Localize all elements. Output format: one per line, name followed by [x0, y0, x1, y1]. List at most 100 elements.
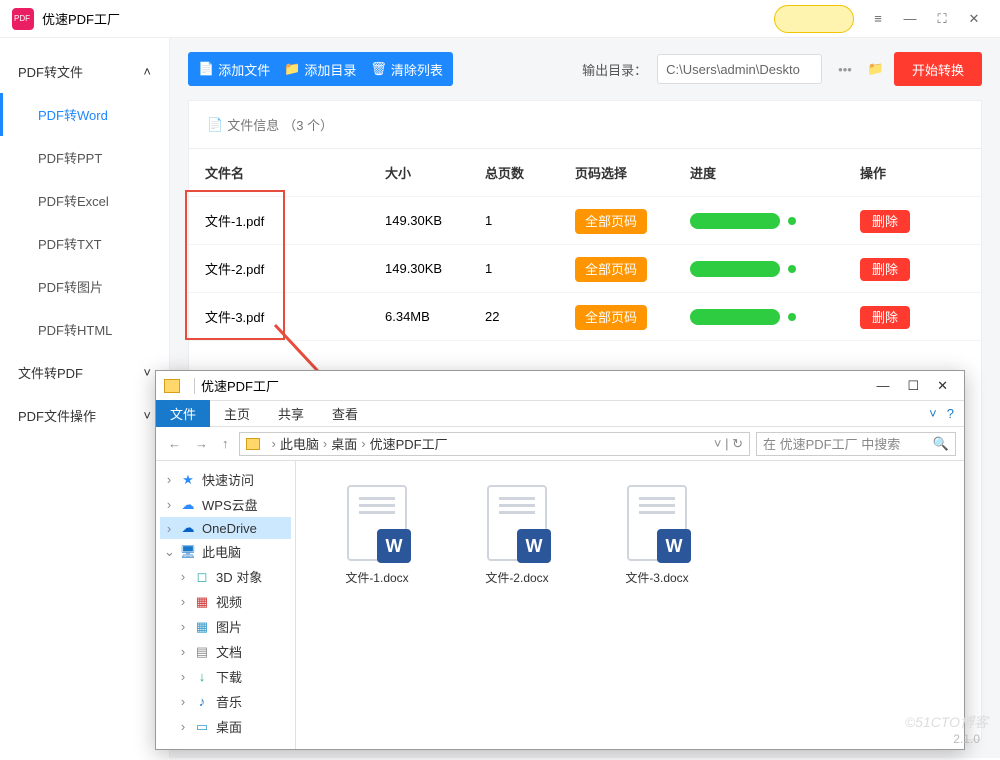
page-range-button[interactable]: 全部页码: [575, 305, 647, 330]
sidebar: PDF转文件 ˄ PDF转Word PDF转PPT PDF转Excel PDF转…: [0, 38, 170, 758]
progress-done-icon: [788, 313, 796, 321]
explorer-window: 优速PDF工厂 — ☐ ✕ 文件 主页 共享 查看 ˅ ? ← → ↑ › 此电…: [155, 370, 965, 750]
version-label: 2.1.0: [953, 732, 980, 746]
sidebar-item-pdf-word[interactable]: PDF转Word: [0, 93, 169, 136]
sidebar-group-pdf-to-file[interactable]: PDF转文件 ˄: [0, 50, 169, 93]
blue-toolbar: 📄 添加文件 📁 添加目录 🗑 清除列表: [188, 52, 453, 86]
ex-max-icon[interactable]: ☐: [907, 378, 919, 394]
col-range: 页码选择: [575, 163, 690, 182]
ribbon-tab-home[interactable]: 主页: [210, 400, 264, 427]
progress-bar: [690, 213, 780, 229]
table-header: 文件名 大小 总页数 页码选择 进度 操作: [189, 149, 981, 197]
file-item[interactable]: W 文件-2.docx: [472, 485, 562, 725]
titlebar: 优速PDF工厂 ≡ — ⛶ ✕: [0, 0, 1000, 38]
search-icon: 🔍: [933, 436, 949, 452]
explorer-search-input[interactable]: 在 优速PDF工厂 中搜索 🔍: [756, 432, 956, 456]
sidebar-group-file-to-pdf[interactable]: 文件转PDF ˅: [0, 351, 169, 394]
col-pages: 总页数: [485, 163, 575, 182]
explorer-title: 优速PDF工厂: [201, 376, 279, 395]
file-icon: 📄: [207, 117, 223, 133]
file-item[interactable]: W 文件-1.docx: [332, 485, 422, 725]
help-icon[interactable]: ?: [947, 406, 954, 421]
docx-icon: W: [487, 485, 547, 561]
nav-this-pc[interactable]: ⌄🖥此电脑: [160, 539, 291, 564]
nav-3d[interactable]: ›◻3D 对象: [160, 564, 291, 589]
app-title: 优速PDF工厂: [42, 9, 120, 28]
delete-button[interactable]: 删除: [860, 210, 910, 233]
file-item[interactable]: W 文件-3.docx: [612, 485, 702, 725]
cell-name: 文件-1.pdf: [205, 211, 385, 230]
nav-back-icon[interactable]: ←: [164, 436, 185, 451]
sidebar-item-pdf-txt[interactable]: PDF转TXT: [0, 222, 169, 265]
delete-button[interactable]: 删除: [860, 306, 910, 329]
sidebar-group-label: PDF转文件: [18, 62, 83, 81]
start-convert-button[interactable]: 开始转换: [894, 52, 982, 86]
sidebar-item-pdf-excel[interactable]: PDF转Excel: [0, 179, 169, 222]
page-range-button[interactable]: 全部页码: [575, 257, 647, 282]
ex-close-icon[interactable]: ✕: [937, 378, 948, 394]
open-folder-icon[interactable]: 📁: [868, 61, 884, 77]
clear-list-button[interactable]: 🗑 清除列表: [370, 60, 443, 79]
table-row: 文件-3.pdf 6.34MB 22 全部页码 删除: [189, 293, 981, 341]
nav-desktop[interactable]: ›▭桌面: [160, 714, 291, 739]
toolbar: 📄 添加文件 📁 添加目录 🗑 清除列表 输出目录： C:\Users\admi…: [170, 38, 1000, 100]
panel-header: 📄 文件信息 （3 个）: [189, 101, 981, 149]
page-range-button[interactable]: 全部页码: [575, 209, 647, 234]
ex-min-icon[interactable]: —: [876, 378, 889, 394]
sidebar-item-pdf-html[interactable]: PDF转HTML: [0, 308, 169, 351]
chevron-down-icon: ˅: [143, 365, 151, 380]
ribbon-tab-file[interactable]: 文件: [156, 400, 210, 427]
progress-done-icon: [788, 217, 796, 225]
sidebar-group-label: 文件转PDF: [18, 363, 83, 382]
sidebar-item-pdf-image[interactable]: PDF转图片: [0, 265, 169, 308]
col-name: 文件名: [205, 163, 385, 182]
highlight-oval: [774, 5, 854, 33]
browse-dots-button[interactable]: •••: [832, 62, 858, 77]
output-dir-field[interactable]: C:\Users\admin\Deskto: [657, 54, 822, 84]
nav-up-icon[interactable]: ↑: [218, 436, 233, 451]
nav-documents[interactable]: ›▤文档: [160, 639, 291, 664]
nav-fwd-icon[interactable]: →: [191, 436, 212, 451]
breadcrumb[interactable]: › 此电脑› 桌面› 优速PDF工厂 ˅ | ↻: [239, 432, 751, 456]
close-icon[interactable]: ✕: [960, 5, 988, 33]
menu-icon[interactable]: ≡: [864, 5, 892, 33]
nav-onedrive[interactable]: ›☁OneDrive: [160, 517, 291, 539]
ribbon-expand-icon[interactable]: ˅: [929, 406, 937, 421]
progress-bar: [690, 309, 780, 325]
explorer-titlebar: 优速PDF工厂 — ☐ ✕: [156, 371, 964, 401]
cell-pages: 1: [485, 213, 575, 228]
output-dir-label: 输出目录：: [582, 60, 647, 79]
progress-done-icon: [788, 265, 796, 273]
docx-icon: W: [347, 485, 407, 561]
cell-name: 文件-3.pdf: [205, 307, 385, 326]
explorer-address-bar: ← → ↑ › 此电脑› 桌面› 优速PDF工厂 ˅ | ↻ 在 优速PDF工厂…: [156, 427, 964, 461]
cell-size: 6.34MB: [385, 309, 485, 324]
ribbon-tab-share[interactable]: 共享: [264, 400, 318, 427]
cell-name: 文件-2.pdf: [205, 259, 385, 278]
minimize-icon[interactable]: —: [896, 5, 924, 33]
cell-size: 149.30KB: [385, 213, 485, 228]
nav-pictures[interactable]: ›▦图片: [160, 614, 291, 639]
sidebar-group-label: PDF文件操作: [18, 406, 96, 425]
docx-icon: W: [627, 485, 687, 561]
watermark: ©51CTO博客: [905, 712, 988, 732]
nav-downloads[interactable]: ›↓下载: [160, 664, 291, 689]
table-row: 文件-1.pdf 149.30KB 1 全部页码 删除: [189, 197, 981, 245]
add-dir-button[interactable]: 📁 添加目录: [284, 60, 356, 79]
ribbon-tab-view[interactable]: 查看: [318, 400, 372, 427]
table-row: 文件-2.pdf 149.30KB 1 全部页码 删除: [189, 245, 981, 293]
nav-wps[interactable]: ›☁WPS云盘: [160, 492, 291, 517]
sidebar-item-pdf-ppt[interactable]: PDF转PPT: [0, 136, 169, 179]
delete-button[interactable]: 删除: [860, 258, 910, 281]
nav-quick-access[interactable]: ›★快速访问: [160, 467, 291, 492]
col-progress: 进度: [690, 163, 860, 182]
explorer-files-area: W 文件-1.docx W 文件-2.docx W 文件-3.docx: [296, 461, 964, 749]
chevron-down-icon: ˅: [143, 408, 151, 423]
nav-video[interactable]: ›▦视频: [160, 589, 291, 614]
nav-music[interactable]: ›♪音乐: [160, 689, 291, 714]
maximize-icon[interactable]: ⛶: [928, 5, 956, 33]
add-file-button[interactable]: 📄 添加文件: [198, 60, 270, 79]
sidebar-group-pdf-ops[interactable]: PDF文件操作 ˅: [0, 394, 169, 437]
cell-size: 149.30KB: [385, 261, 485, 276]
folder-icon: [164, 379, 180, 393]
